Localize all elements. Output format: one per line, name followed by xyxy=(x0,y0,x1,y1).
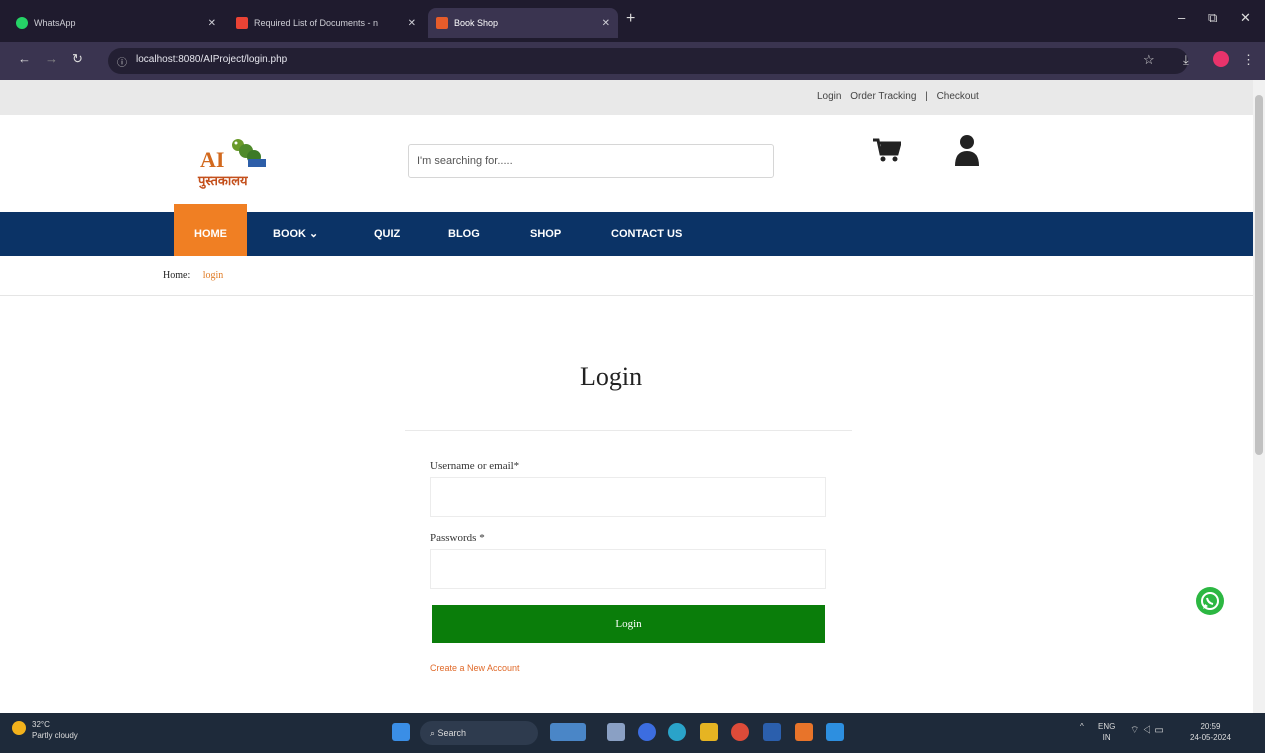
caterpillar-logo-icon xyxy=(232,139,266,167)
user-icon[interactable] xyxy=(955,134,979,166)
logo-hindi-text: पुस्तकालय xyxy=(198,173,248,188)
nav-book[interactable]: BOOK ⌄ xyxy=(273,212,318,256)
whatsapp-chat-button[interactable] xyxy=(1196,587,1224,615)
scrollbar-thumb[interactable] xyxy=(1255,95,1263,455)
gmail-icon xyxy=(236,17,248,29)
new-tab-button[interactable]: + xyxy=(626,10,635,28)
tab-book-shop[interactable]: Book Shop ✕ xyxy=(428,8,618,38)
tab-whatsapp[interactable]: WhatsApp ✕ xyxy=(8,8,224,38)
date: 24-05-2024 xyxy=(1190,733,1231,742)
divider xyxy=(0,295,1253,296)
boat-widget-icon[interactable] xyxy=(550,723,586,741)
browser-toolbar: ← → ↻ ⓘ localhost:8080/AIProject/login.p… xyxy=(0,42,1265,80)
top-links: Login Order Tracking | Checkout xyxy=(817,91,985,102)
language-indicator[interactable]: ENG IN xyxy=(1098,721,1115,743)
nav-quiz[interactable]: QUIZ xyxy=(374,212,400,256)
weather-temp: 32°C xyxy=(32,720,50,729)
close-tab-icon[interactable]: ✕ xyxy=(602,18,610,29)
username-field[interactable] xyxy=(430,477,826,517)
top-utility-bar: Login Order Tracking | Checkout xyxy=(0,80,1253,115)
vscode-icon[interactable] xyxy=(826,723,844,741)
breadcrumb: Home: login xyxy=(163,270,224,281)
page-title: Login xyxy=(580,362,643,391)
site-logo[interactable]: AI पुस्तकालय xyxy=(198,135,268,190)
profile-avatar[interactable] xyxy=(1213,51,1229,67)
bookmark-star-icon[interactable]: ☆ xyxy=(1143,52,1155,68)
search-input[interactable] xyxy=(409,145,773,177)
password-input[interactable] xyxy=(431,550,825,588)
checkout-link[interactable]: Checkout xyxy=(937,91,979,102)
chat-icon[interactable] xyxy=(638,723,656,741)
close-window-button[interactable]: ✕ xyxy=(1240,10,1251,26)
nav-contact-us[interactable]: CONTACT US xyxy=(611,212,682,256)
close-tab-icon[interactable]: ✕ xyxy=(208,18,216,29)
weather-sun-icon xyxy=(12,721,26,735)
site-search-box[interactable] xyxy=(408,144,774,178)
tab-documents[interactable]: Required List of Documents - n ✕ xyxy=(228,8,424,38)
minimize-button[interactable]: – xyxy=(1178,10,1185,25)
main-navigation: HOME BOOK ⌄ QUIZ BLOG SHOP CONTACT US xyxy=(0,204,1253,256)
reload-icon[interactable]: ↻ xyxy=(72,51,83,67)
order-tracking-link[interactable]: Order Tracking xyxy=(850,91,916,102)
separator: | xyxy=(925,91,928,102)
weather-desc: Partly cloudy xyxy=(32,731,78,740)
logo-ai-text: AI xyxy=(200,147,225,172)
tab-label: WhatsApp xyxy=(34,18,76,28)
tray-chevron-icon[interactable]: ^ xyxy=(1080,721,1084,732)
nav-shop[interactable]: SHOP xyxy=(530,212,561,256)
menu-icon[interactable]: ⋮ xyxy=(1242,52,1255,68)
breadcrumb-current: login xyxy=(202,270,224,281)
back-icon[interactable]: ← xyxy=(18,51,31,66)
whatsapp-icon xyxy=(16,17,28,29)
login-link[interactable]: Login xyxy=(817,91,841,102)
browser-tab-bar: WhatsApp ✕ Required List of Documents - … xyxy=(0,0,1265,42)
login-button[interactable]: Login xyxy=(432,605,825,643)
nav-blog[interactable]: BLOG xyxy=(448,212,480,256)
site-info-icon[interactable]: ⓘ xyxy=(117,54,127,69)
chrome-icon[interactable] xyxy=(731,723,749,741)
taskbar-search-label: Search xyxy=(437,728,467,738)
time: 20:59 xyxy=(1200,722,1221,731)
wifi-volume-battery-icon[interactable]: ⌔ ◁ ▭ xyxy=(1130,725,1164,736)
book-shop-favicon-icon xyxy=(436,17,448,29)
xampp-icon[interactable] xyxy=(795,723,813,741)
username-input[interactable] xyxy=(431,478,825,516)
forward-icon[interactable]: → xyxy=(45,51,58,66)
password-label: Passwords * xyxy=(430,532,485,544)
clock[interactable]: 20:59 24-05-2024 xyxy=(1190,721,1231,743)
cart-icon[interactable] xyxy=(873,138,901,162)
url-text: localhost:8080/AIProject/login.php xyxy=(136,54,288,65)
windows-start-icon[interactable] xyxy=(392,723,410,741)
whatsapp-icon xyxy=(1201,592,1219,610)
nav-home[interactable]: HOME xyxy=(174,204,247,256)
taskbar-search[interactable]: ⌕ Search xyxy=(420,721,538,745)
divider xyxy=(405,430,852,431)
file-explorer-icon[interactable] xyxy=(700,723,718,741)
edge-icon[interactable] xyxy=(668,723,686,741)
download-icon[interactable]: ⤓ xyxy=(1183,52,1189,68)
breadcrumb-home[interactable]: Home xyxy=(163,270,187,281)
close-tab-icon[interactable]: ✕ xyxy=(408,18,416,29)
create-account-link[interactable]: Create a New Account xyxy=(430,663,520,673)
word-icon[interactable] xyxy=(763,723,781,741)
search-icon: ⌕ xyxy=(430,728,438,738)
address-bar[interactable]: ⓘ localhost:8080/AIProject/login.php xyxy=(108,48,1188,74)
tab-label: Book Shop xyxy=(454,18,499,28)
maximize-button[interactable]: ⧉ xyxy=(1208,10,1217,26)
password-field[interactable] xyxy=(430,549,826,589)
task-view-icon[interactable] xyxy=(607,723,625,741)
windows-taskbar: 32°C Partly cloudy ⌕ Search ^ ENG IN ⌔ ◁… xyxy=(0,713,1265,753)
username-label: Username or email* xyxy=(430,460,520,472)
tab-label: Required List of Documents - n xyxy=(254,18,379,28)
